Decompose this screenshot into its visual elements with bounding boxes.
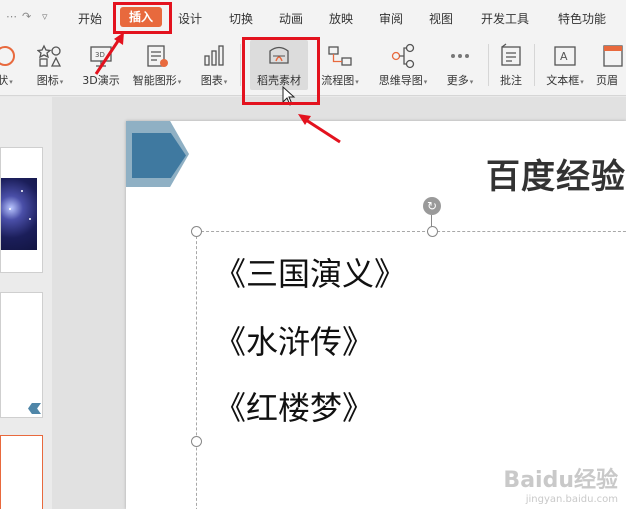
tab-view[interactable]: 视图 (429, 10, 453, 27)
flowchart-icon (328, 46, 352, 66)
header-button[interactable]: 页眉 (596, 40, 626, 90)
tab-special-features[interactable]: 特色功能 (558, 10, 606, 27)
ribbon-separator (488, 44, 489, 86)
header-icon (603, 45, 623, 67)
slide-thumbnail[interactable] (0, 147, 43, 273)
watermark-brand: Baidu经验 (503, 468, 618, 493)
smartart-button[interactable]: 智能图形 (130, 40, 184, 90)
tab-developer[interactable]: 开发工具 (481, 10, 529, 27)
tab-review[interactable]: 审阅 (379, 10, 403, 27)
textbox-icon: A (554, 46, 576, 66)
shapes-icon (0, 46, 15, 66)
tab-home[interactable]: 开始 (78, 10, 102, 27)
icons-icon (37, 44, 62, 67)
ribbon-separator (534, 44, 535, 86)
slide-thumbnail-selected[interactable] (0, 435, 43, 509)
watermark-url: jingyan.baidu.com (525, 494, 618, 505)
icons-button[interactable]: 图标 (30, 40, 70, 90)
annotation-box-docer-material (242, 37, 320, 105)
more-button[interactable]: 更多 (440, 40, 480, 90)
customize-quick-access-icon[interactable]: ▿ (42, 10, 48, 23)
resize-handle[interactable] (191, 226, 202, 237)
tab-design[interactable]: 设计 (178, 10, 202, 27)
tab-slideshow[interactable]: 放映 (329, 10, 353, 27)
text-line[interactable]: 《红楼梦》 (214, 383, 374, 429)
svg-text:A: A (560, 50, 568, 63)
slide-title[interactable]: 百度经验 (486, 149, 626, 198)
chart-button[interactable]: 图表 (196, 40, 232, 90)
chart-icon (204, 45, 224, 66)
more-commands-icon[interactable]: ⋯ (6, 10, 17, 23)
slide[interactable]: 百度经验 ↻ 《三国演义》 《水浒传》 《红楼梦》 (126, 121, 626, 509)
comment-button[interactable]: 批注 (494, 40, 528, 90)
mindmap-icon (391, 43, 415, 69)
rotate-handle-icon[interactable]: ↻ (423, 197, 441, 215)
textbox-button[interactable]: A 文本框 (540, 40, 590, 90)
flowchart-button[interactable]: 流程图 (316, 40, 364, 90)
resize-handle[interactable] (191, 436, 202, 447)
more-icon (451, 54, 469, 58)
slide-thumbnail[interactable] (0, 292, 43, 418)
tab-animations[interactable]: 动画 (279, 10, 303, 27)
resize-handle[interactable] (427, 226, 438, 237)
text-line[interactable]: 《三国演义》 (214, 249, 406, 295)
shapes-button[interactable]: 状 (0, 40, 18, 90)
smartart-icon (147, 45, 168, 67)
redo-icon[interactable]: ↷ (22, 10, 31, 23)
tab-transitions[interactable]: 切换 (229, 10, 253, 27)
comment-icon (501, 43, 521, 66)
annotation-arrow-icon (94, 32, 124, 75)
mindmap-button[interactable]: 思维导图 (372, 40, 434, 90)
ribbon-separator (240, 44, 241, 86)
annotation-arrow-icon (298, 114, 341, 144)
slide-thumbnail-panel[interactable] (0, 97, 52, 509)
text-line[interactable]: 《水浒传》 (214, 317, 374, 363)
thumbnail-decoration (28, 403, 41, 414)
baidu-watermark: Baidu经验 jingyan.baidu.com (503, 462, 618, 505)
thumbnail-image (1, 178, 37, 250)
